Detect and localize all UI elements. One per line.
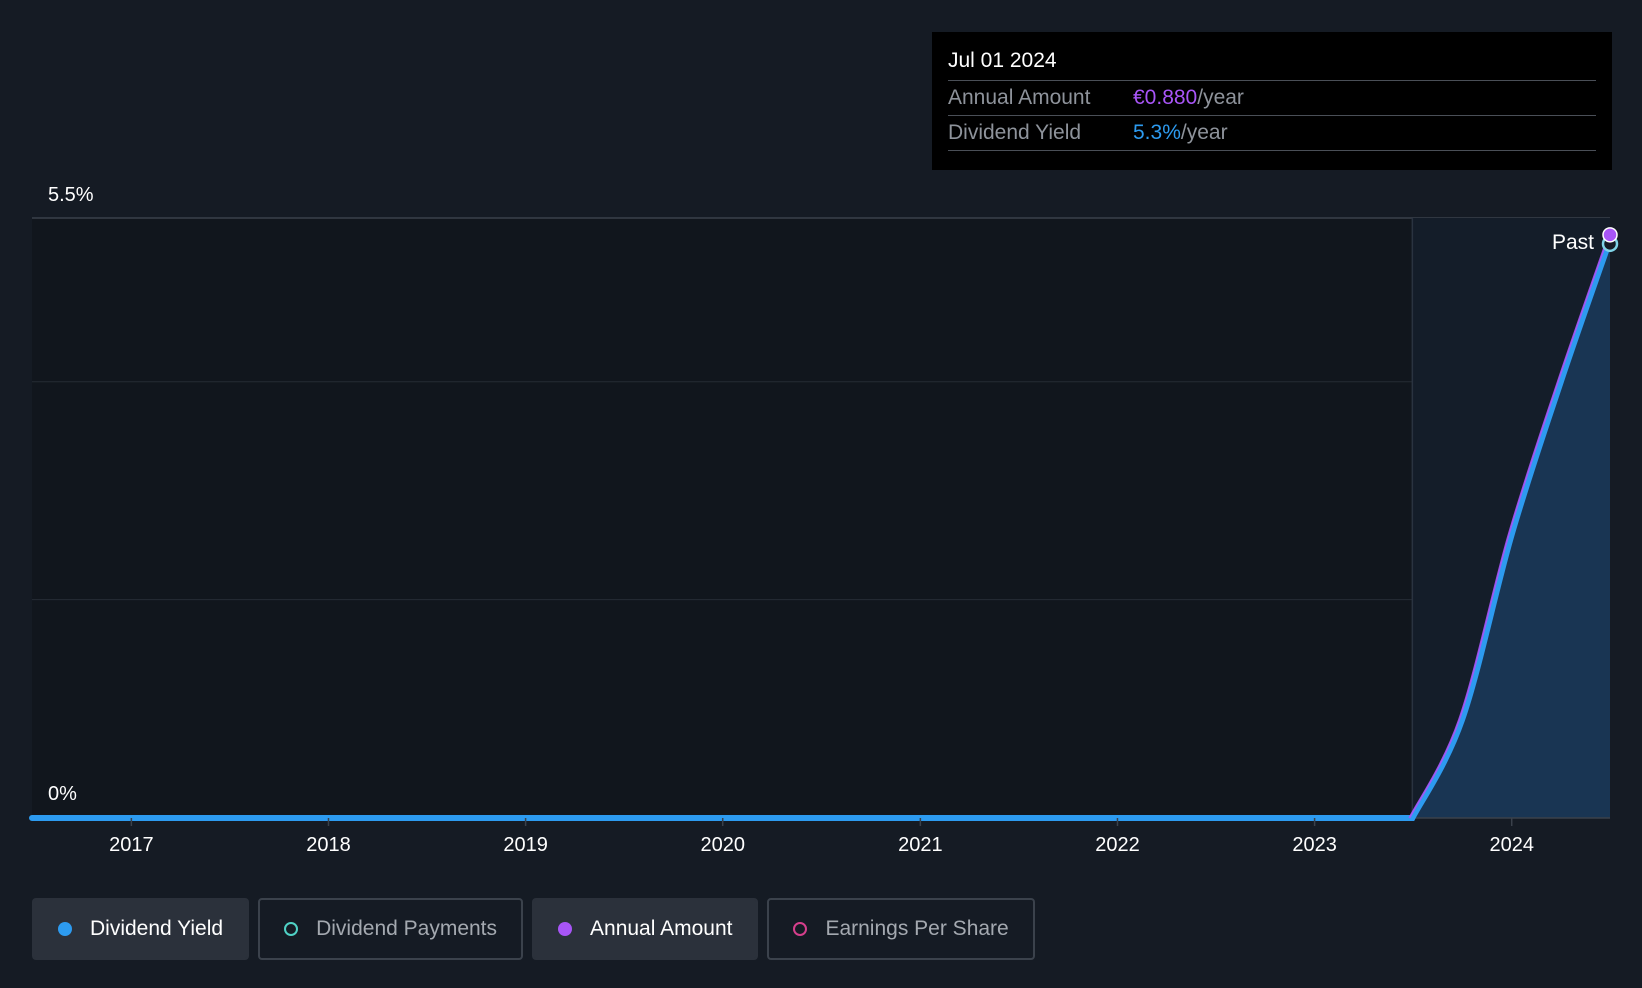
- tooltip-value: 5.3%: [1133, 121, 1181, 144]
- legend-label: Annual Amount: [590, 917, 733, 940]
- tooltip-label: Annual Amount: [948, 86, 1091, 109]
- past-region-label: Past: [1552, 231, 1594, 254]
- legend-item-earnings-per-share[interactable]: Earnings Per Share: [767, 898, 1035, 960]
- legend-dot-icon: [284, 922, 299, 936]
- annual-amount-marker: [1602, 227, 1618, 243]
- legend-label: Dividend Payments: [316, 917, 498, 940]
- tooltip-row-annual-amount: Annual Amount €0.880 /year: [948, 81, 1596, 116]
- y-tick-label: 5.5%: [48, 184, 94, 206]
- y-tick-label: 0%: [48, 783, 77, 805]
- x-tick-label: 2018: [306, 834, 351, 856]
- x-tick-label: 2022: [1095, 834, 1140, 856]
- legend-dot-icon: [793, 922, 808, 936]
- tooltip-unit: /year: [1180, 121, 1228, 144]
- dividend-chart-page: Past 5.5% 0% 2017 2018 2019 2020 2021 2022 2023 20…: [0, 0, 1642, 988]
- legend-dot-icon: [558, 922, 573, 936]
- x-tick-label: 2024: [1489, 834, 1534, 856]
- chart-tooltip: Jul 01 2024 Annual Amount €0.880 /year D…: [932, 32, 1612, 170]
- legend-item-annual-amount[interactable]: Annual Amount: [532, 898, 759, 960]
- x-tick-label: 2021: [898, 834, 943, 856]
- legend-item-dividend-payments[interactable]: Dividend Payments: [258, 898, 524, 960]
- x-tick-label: 2019: [503, 834, 548, 856]
- legend-item-dividend-yield[interactable]: Dividend Yield: [32, 898, 250, 960]
- tooltip-row-dividend-yield: Dividend Yield 5.3% /year: [948, 116, 1596, 151]
- legend-label: Dividend Yield: [90, 917, 224, 940]
- tooltip-date: Jul 01 2024: [948, 46, 1596, 81]
- chart-legend: Dividend Yield Dividend Payments Annual …: [32, 898, 1035, 960]
- tooltip-label: Dividend Yield: [948, 121, 1082, 144]
- x-tick-label: 2023: [1292, 834, 1337, 856]
- tooltip-value: €0.880: [1133, 86, 1198, 109]
- legend-label: Earnings Per Share: [825, 917, 1009, 940]
- tooltip-unit: /year: [1197, 86, 1244, 109]
- x-tick-label: 2020: [700, 834, 745, 856]
- legend-dot-icon: [58, 922, 72, 936]
- plot-background: [32, 218, 1413, 818]
- x-tick-label: 2017: [109, 834, 154, 856]
